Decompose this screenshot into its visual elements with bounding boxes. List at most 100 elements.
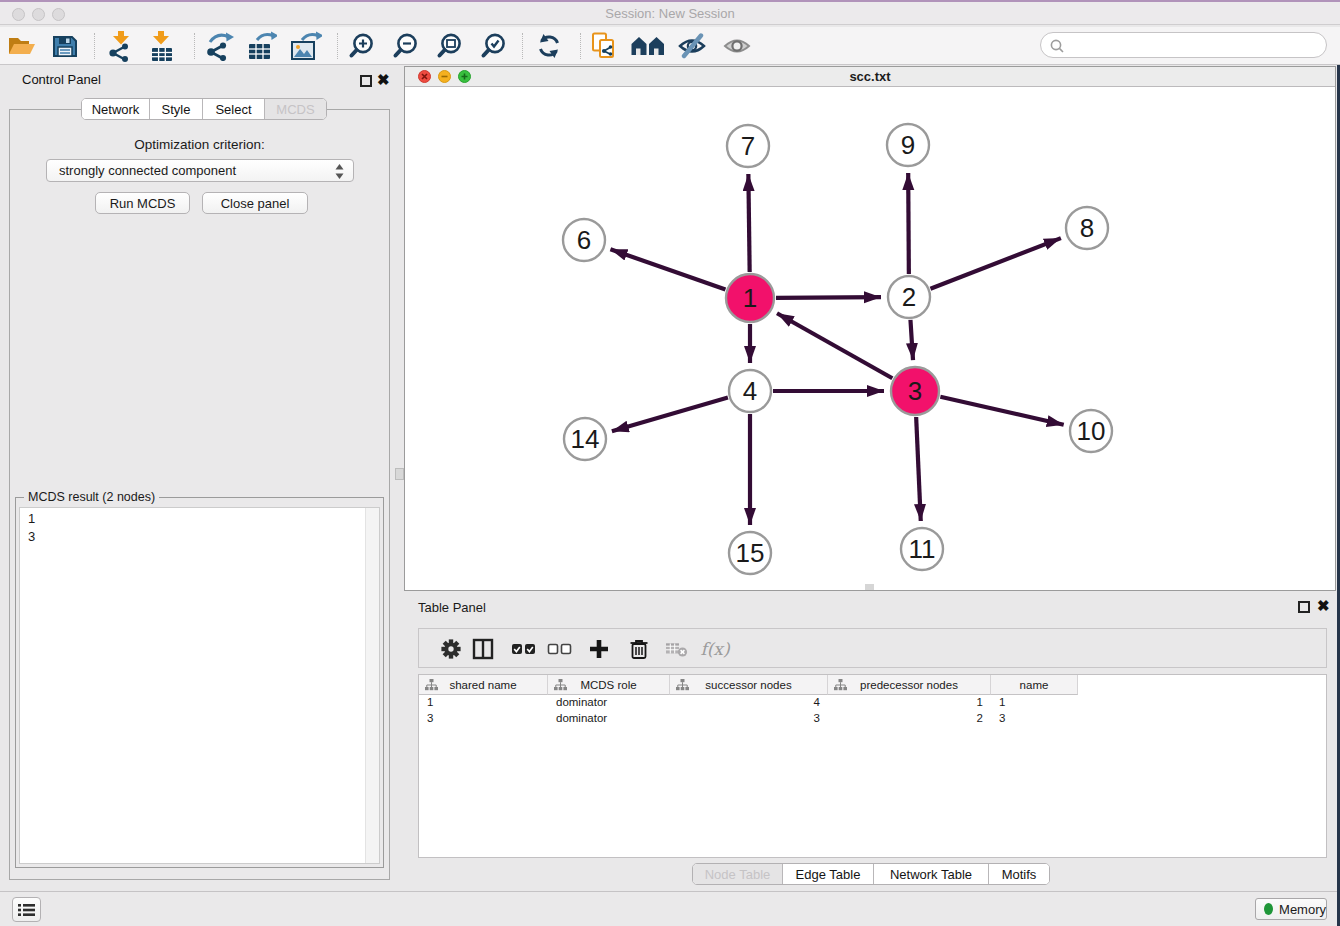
run-mcds-button[interactable]: Run MCDS bbox=[95, 192, 190, 214]
node-3[interactable]: 3 bbox=[891, 367, 939, 415]
optimization-criterion-label: Optimization criterion: bbox=[10, 137, 389, 152]
node-15[interactable]: 15 bbox=[729, 532, 771, 574]
save-session-icon[interactable] bbox=[47, 30, 83, 62]
edge-1-7[interactable] bbox=[748, 174, 749, 272]
criterion-dropdown[interactable]: strongly connected component bbox=[46, 159, 354, 182]
tab-select[interactable]: Select bbox=[203, 99, 265, 119]
refresh-view-icon[interactable] bbox=[531, 30, 567, 62]
copy-network-icon[interactable] bbox=[587, 30, 623, 62]
zoom-in-icon[interactable] bbox=[344, 30, 380, 62]
new-network-icon[interactable] bbox=[201, 30, 237, 62]
node-4[interactable]: 4 bbox=[729, 370, 771, 412]
select-all-columns-icon[interactable] bbox=[510, 636, 538, 662]
table-cell[interactable]: dominator bbox=[548, 695, 670, 711]
column-header-MCDS-role[interactable]: MCDS role bbox=[548, 675, 670, 695]
table-cell[interactable]: 1 bbox=[419, 695, 548, 711]
mcds-result-value: 1 bbox=[28, 510, 35, 528]
table-cell[interactable]: 3 bbox=[991, 711, 1078, 727]
edge-3-1[interactable] bbox=[777, 313, 892, 378]
edge-1-2[interactable] bbox=[776, 297, 881, 298]
column-header-predecessor-nodes[interactable]: predecessor nodes bbox=[828, 675, 991, 695]
svg-text:8: 8 bbox=[1080, 213, 1094, 243]
edge-2-8[interactable] bbox=[930, 238, 1060, 289]
node-8[interactable]: 8 bbox=[1066, 207, 1108, 249]
zoom-fit-icon[interactable] bbox=[432, 30, 468, 62]
zoom-selected-icon[interactable] bbox=[476, 30, 512, 62]
table-cell[interactable]: 4 bbox=[670, 695, 828, 711]
edge-3-11[interactable] bbox=[916, 417, 921, 521]
table-cell[interactable]: 3 bbox=[419, 711, 548, 727]
scrollbar[interactable] bbox=[365, 508, 379, 863]
export-image-icon[interactable] bbox=[288, 30, 324, 62]
memory-button[interactable]: Memory bbox=[1255, 898, 1327, 920]
edge-2-3[interactable] bbox=[910, 320, 913, 360]
new-table-icon[interactable] bbox=[244, 30, 280, 62]
splitter-grip[interactable] bbox=[395, 468, 404, 480]
network-canvas[interactable]: 1 2 3 4 6 7 8 9 10 11 14 15 bbox=[405, 87, 1335, 590]
node-14[interactable]: 14 bbox=[564, 418, 606, 460]
edge-2-9[interactable] bbox=[908, 173, 909, 274]
zoom-out-icon[interactable] bbox=[388, 30, 424, 62]
close-panel-button[interactable]: Close panel bbox=[202, 192, 308, 214]
mcds-result-list[interactable]: 13 bbox=[19, 507, 380, 864]
table-cell[interactable]: 3 bbox=[670, 711, 828, 727]
tab-network-table[interactable]: Network Table bbox=[874, 864, 989, 884]
import-network-icon[interactable] bbox=[103, 30, 139, 62]
main-toolbar bbox=[0, 27, 1340, 65]
edge-4-14[interactable] bbox=[612, 397, 728, 431]
table-cell[interactable]: 1 bbox=[828, 695, 991, 711]
show-graphics-details-icon[interactable] bbox=[719, 30, 755, 62]
node-6[interactable]: 6 bbox=[563, 219, 605, 261]
tab-motifs[interactable]: Motifs bbox=[989, 864, 1049, 884]
close-panel-icon[interactable]: ✖ bbox=[1317, 598, 1330, 613]
table-cell[interactable]: 2 bbox=[828, 711, 991, 727]
node-9[interactable]: 9 bbox=[887, 124, 929, 166]
node-7[interactable]: 7 bbox=[727, 125, 769, 167]
column-header-shared-name[interactable]: shared name bbox=[419, 675, 548, 695]
resize-grip[interactable] bbox=[865, 584, 874, 590]
column-header-name[interactable]: name bbox=[991, 675, 1078, 695]
node-11[interactable]: 11 bbox=[901, 528, 943, 570]
float-panel-icon[interactable] bbox=[1298, 601, 1310, 613]
delete-table-icon[interactable] bbox=[663, 636, 691, 662]
delete-column-icon[interactable] bbox=[625, 636, 653, 662]
svg-text:1: 1 bbox=[743, 283, 757, 313]
float-panel-icon[interactable] bbox=[360, 75, 372, 87]
network-window-titlebar[interactable]: scc.txt bbox=[405, 67, 1335, 87]
tab-style[interactable]: Style bbox=[150, 99, 203, 119]
node-1[interactable]: 1 bbox=[726, 274, 774, 322]
close-panel-icon[interactable]: ✖ bbox=[377, 72, 390, 87]
tab-edge-table[interactable]: Edge Table bbox=[783, 864, 874, 884]
mcds-panel: Optimization criterion: strongly connect… bbox=[9, 109, 390, 880]
table-settings-icon[interactable] bbox=[437, 636, 465, 662]
tab-network[interactable]: Network bbox=[82, 99, 150, 119]
deselect-all-columns-icon[interactable] bbox=[546, 636, 574, 662]
search-input[interactable] bbox=[1040, 32, 1327, 58]
toolbar-separator bbox=[522, 33, 523, 59]
window-titlebar: Session: New Session bbox=[0, 0, 1340, 25]
create-column-icon[interactable] bbox=[585, 636, 613, 662]
memory-label: Memory bbox=[1279, 902, 1326, 917]
show-column-panel-icon[interactable] bbox=[469, 636, 497, 662]
status-bar: Memory bbox=[0, 891, 1340, 926]
node-2[interactable]: 2 bbox=[888, 276, 930, 318]
edge-1-6[interactable] bbox=[610, 249, 725, 289]
svg-text:14: 14 bbox=[571, 424, 600, 454]
table-row[interactable]: 1dominator411 bbox=[419, 695, 1326, 711]
table-row[interactable]: 3dominator323 bbox=[419, 711, 1326, 727]
show-overview-icon[interactable] bbox=[630, 30, 666, 62]
table-cell[interactable]: dominator bbox=[548, 711, 670, 727]
column-header-successor-nodes[interactable]: successor nodes bbox=[670, 675, 828, 695]
open-session-icon[interactable] bbox=[4, 30, 40, 62]
svg-text:9: 9 bbox=[901, 130, 915, 160]
edge-3-10[interactable] bbox=[940, 397, 1063, 425]
table-cell[interactable]: 1 bbox=[991, 695, 1078, 711]
table-panel-title: Table Panel bbox=[418, 600, 486, 615]
tab-node-table[interactable]: Node Table bbox=[693, 864, 783, 884]
tab-mcds[interactable]: MCDS bbox=[265, 99, 326, 119]
function-builder-icon[interactable]: f(x) bbox=[701, 636, 729, 662]
import-table-icon[interactable] bbox=[144, 30, 180, 62]
node-10[interactable]: 10 bbox=[1070, 410, 1112, 452]
hide-graphics-details-icon[interactable] bbox=[674, 30, 710, 62]
task-history-button[interactable] bbox=[12, 897, 41, 922]
